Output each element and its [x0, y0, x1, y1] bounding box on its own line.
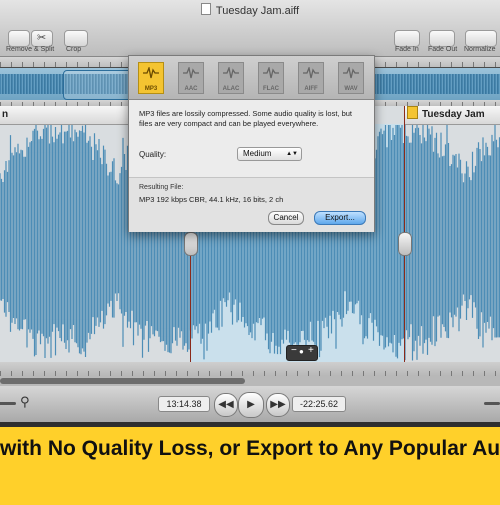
horizontal-scrollbar[interactable]: [0, 376, 500, 386]
fast-forward-icon: ▶▶: [270, 399, 286, 410]
split-handle-right[interactable]: [398, 232, 412, 256]
export-button[interactable]: Export...: [314, 211, 366, 225]
fast-forward-button[interactable]: ▶▶: [266, 393, 290, 417]
format-label: AIFF: [304, 86, 318, 92]
cancel-button[interactable]: Cancel: [268, 211, 304, 225]
rewind-icon: ◀◀: [218, 399, 234, 410]
fade-out-button[interactable]: [429, 30, 455, 47]
play-icon: ▶: [247, 399, 255, 410]
zoom-knob-icon: ●: [299, 347, 304, 356]
quality-label: Quality:: [139, 150, 167, 159]
transport-bar: ⚲ 13:14.38 ◀◀ ▶ ▶▶ -22:25.62: [0, 386, 500, 422]
split-handle-left[interactable]: [184, 232, 198, 256]
fade-out-label: Fade Out: [428, 46, 458, 53]
normalize-label: Normalize: [464, 46, 496, 53]
track-icon: [407, 106, 418, 119]
format-wav-button[interactable]: WAV: [338, 62, 364, 94]
format-alac-button[interactable]: ALAC: [218, 62, 244, 94]
quality-value: Medium: [243, 149, 272, 158]
format-flac-button[interactable]: FLAC: [258, 62, 284, 94]
toolbar: Tuesday Jam.aiff ✂ Remove & Split Crop F…: [0, 0, 500, 57]
scissors-icon: ✂: [37, 32, 47, 44]
normalize-button[interactable]: [465, 30, 497, 47]
remove-split-label: Remove & Split: [6, 46, 55, 53]
volume-slider[interactable]: [0, 402, 16, 405]
crop-label: Crop: [66, 46, 82, 53]
export-dialog: MP3 AAC ALAC FLAC AIFF WAV MP3 files are loss…: [128, 55, 375, 232]
result-value: MP3 192 kbps CBR, 44.1 kHz, 16 bits, 2 c…: [139, 195, 284, 204]
current-time: 13:14.38: [158, 396, 210, 412]
zoom-control[interactable]: − ● +: [286, 345, 318, 361]
result-label: Resulting File:: [139, 184, 184, 191]
format-description: MP3 files are lossily compressed. Some a…: [139, 109, 353, 128]
split-button[interactable]: ✂: [31, 30, 53, 47]
format-label: ALAC: [222, 86, 240, 92]
magnifier-icon[interactable]: ⚲: [20, 394, 30, 410]
document-icon: [200, 3, 211, 15]
result-info: Resulting File: MP3 192 kbps CBR, 44.1 k…: [129, 177, 374, 232]
track-header: Tuesday Jam: [404, 106, 500, 125]
bottom-ruler: [0, 362, 500, 376]
window-title-text: Tuesday Jam.aiff: [215, 5, 300, 17]
fade-in-label: Fade In: [395, 46, 419, 53]
chevron-updown-icon: ▲▼: [286, 151, 298, 157]
quality-select[interactable]: Medium ▲▼: [237, 147, 302, 161]
format-label: AAC: [184, 86, 198, 92]
rewind-button[interactable]: ◀◀: [214, 393, 238, 417]
window-title: Tuesday Jam.aiff: [0, 3, 500, 17]
promo-banner: with No Quality Loss, or Export to Any P…: [0, 422, 500, 505]
format-label: MP3: [144, 86, 158, 92]
crop-button[interactable]: [64, 30, 88, 47]
track-name: Tuesday Jam: [422, 109, 485, 120]
zoom-slider[interactable]: [484, 402, 500, 405]
fade-in-button[interactable]: [394, 30, 420, 47]
format-label: FLAC: [263, 86, 279, 92]
format-selector: MP3 AAC ALAC FLAC AIFF WAV: [129, 56, 374, 100]
scrollbar-thumb[interactable]: [0, 378, 245, 384]
remaining-time: -22:25.62: [292, 396, 346, 412]
banner-text: with No Quality Loss, or Export to Any P…: [0, 437, 500, 460]
format-aiff-button[interactable]: AIFF: [298, 62, 324, 94]
format-aac-button[interactable]: AAC: [178, 62, 204, 94]
remove-button[interactable]: [8, 30, 30, 47]
format-mp3-button[interactable]: MP3: [138, 62, 164, 94]
play-button[interactable]: ▶: [238, 392, 264, 418]
format-label: WAV: [344, 86, 358, 92]
zoom-in-icon: +: [308, 345, 314, 356]
zoom-out-icon: −: [291, 345, 297, 356]
